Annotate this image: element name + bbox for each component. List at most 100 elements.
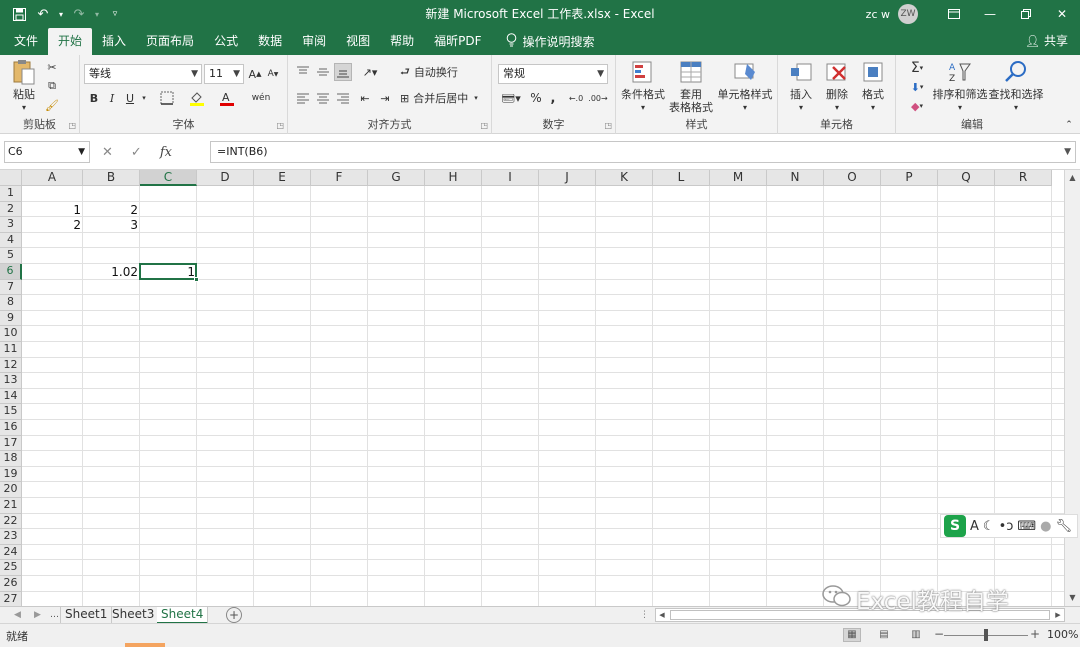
sheet-more-icon[interactable]: … [50,607,59,624]
column-header-q[interactable]: Q [938,170,995,186]
column-header-m[interactable]: M [710,170,767,186]
font-size-select[interactable]: 11 ▼ [204,64,244,84]
row-header-12[interactable]: 12 [0,357,22,374]
align-bottom-icon[interactable] [334,63,352,81]
cell-b6[interactable]: 1.02 [83,264,140,280]
row-header-6[interactable]: 6 [0,264,22,280]
grow-font-button[interactable]: A ▲ [248,65,262,83]
zoom-percent[interactable]: 100% [1047,628,1078,641]
cell-a2[interactable]: 1 [22,202,83,218]
tab-data[interactable]: 数据 [248,28,292,55]
share-button[interactable]: 👤︎ 共享 [1025,28,1068,55]
row-header-22[interactable]: 22 [0,513,22,530]
column-header-h[interactable]: H [425,170,482,186]
find-select-button[interactable]: 查找和选择 ▾ [988,59,1044,114]
align-right-icon[interactable] [334,89,352,107]
undo-icon[interactable]: ↶ [32,3,54,25]
number-launcher-icon[interactable]: ◳ [604,121,612,130]
row-header-4[interactable]: 4 [0,232,22,249]
alignment-launcher-icon[interactable]: ◳ [480,121,488,130]
zoom-out-icon[interactable]: − [934,627,944,641]
zoom-in-icon[interactable]: + [1030,627,1040,641]
sheet-tab-sheet3[interactable]: Sheet3 [108,607,160,624]
clipboard-launcher-icon[interactable]: ◳ [68,121,76,130]
paste-button[interactable]: 粘贴 ▾ [6,59,42,114]
column-header-a[interactable]: A [22,170,83,186]
fill-handle[interactable] [194,276,199,282]
user-icon[interactable]: ● [1040,519,1051,534]
phonetic-guide-icon[interactable]: wén [250,89,272,107]
collapse-ribbon-icon[interactable]: ⌃ [1062,119,1076,131]
add-sheet-icon[interactable]: + [226,607,242,623]
row-header-5[interactable]: 5 [0,248,22,264]
column-header-e[interactable]: E [254,170,311,186]
fill-color-icon[interactable] [186,89,208,107]
column-header-b[interactable]: B [83,170,140,186]
select-all-corner[interactable] [0,170,22,186]
scroll-up-icon[interactable]: ▲ [1065,170,1080,186]
row-header-14[interactable]: 14 [0,388,22,405]
align-top-icon[interactable] [294,63,312,81]
column-header-d[interactable]: D [197,170,254,186]
cut-icon[interactable]: ✂ [44,59,60,75]
column-header-r[interactable]: R [995,170,1052,186]
scroll-left-icon[interactable]: ◀ [656,609,668,621]
redo-icon[interactable]: ↷ [68,3,90,25]
sheet-next-icon[interactable]: ▶ [34,607,41,624]
orientation-icon[interactable]: ↗︎▾ [358,63,382,81]
cell-b3[interactable]: 3 [83,217,140,233]
column-header-n[interactable]: N [767,170,824,186]
row-header-20[interactable]: 20 [0,482,22,498]
row-header-23[interactable]: 23 [0,529,22,545]
tab-insert[interactable]: 插入 [92,28,136,55]
cell-a3[interactable]: 2 [22,217,83,233]
wrap-text-button[interactable]: ⮐ 自动换行 [400,63,486,81]
borders-icon[interactable] [156,89,178,107]
row-header-13[interactable]: 13 [0,373,22,389]
increase-indent-icon[interactable]: ⇥ [376,89,394,107]
merge-center-button[interactable]: ⊞ 合并后居中 ▾ [400,89,486,107]
punctuation-icon[interactable]: •ɔ [999,519,1014,534]
underline-dropdown-icon[interactable]: ▾ [140,89,148,107]
save-icon[interactable] [8,3,30,25]
sheet-tab-sheet4[interactable]: Sheet4 [157,607,209,624]
worksheet-grid[interactable]: A B C D E F G H I J K L M N O P Q R 1 2 3 4 5 6 7 8 9 10 11 12 13 14 15 1… [0,170,1064,606]
row-header-27[interactable]: 27 [0,591,22,606]
decrease-decimal-icon[interactable]: .00→ [588,89,608,107]
increase-decimal-icon[interactable]: ←.0 [566,89,586,107]
sort-filter-button[interactable]: AZ 排序和筛选 ▾ [932,59,988,114]
formula-input[interactable]: =INT(B6) ▼ [210,141,1076,163]
format-painter-icon[interactable]: 🖌︎ [44,97,60,113]
row-header-3[interactable]: 3 [0,217,22,233]
close-icon[interactable]: ✕ [1044,0,1080,28]
page-break-view-icon[interactable]: ▥ [907,628,925,642]
align-left-icon[interactable] [294,89,312,107]
tab-help[interactable]: 帮助 [380,28,424,55]
undo-dropdown-icon[interactable]: ▾ [56,3,66,25]
italic-button[interactable]: I [104,89,120,107]
format-cells-button[interactable]: 格式 ▾ [856,59,890,114]
zoom-slider-thumb[interactable] [984,629,988,641]
autosum-icon[interactable]: Σ ▾ [904,59,930,77]
enter-icon[interactable]: ✓ [131,145,142,160]
column-header-f[interactable]: F [311,170,368,186]
column-header-g[interactable]: G [368,170,425,186]
column-header-j[interactable]: J [539,170,596,186]
tab-split-handle[interactable]: ⋮ [640,607,649,624]
row-header-17[interactable]: 17 [0,435,22,452]
insert-cells-button[interactable]: 插入 ▾ [784,59,818,114]
comma-style-button[interactable]: , [546,89,560,107]
conditional-formatting-button[interactable]: 条件格式 ▾ [620,59,666,114]
align-middle-icon[interactable] [314,63,332,81]
tell-me-search[interactable]: 操作说明搜索 [492,28,595,55]
row-header-16[interactable]: 16 [0,420,22,436]
sheet-tab-sheet1[interactable]: Sheet1 [60,607,113,624]
row-header-11[interactable]: 11 [0,342,22,358]
decrease-indent-icon[interactable]: ⇤ [356,89,374,107]
row-header-2[interactable]: 2 [0,201,22,218]
moon-icon[interactable]: ☾ [983,519,995,534]
keyboard-icon[interactable]: ⌨ [1017,519,1036,534]
row-header-9[interactable]: 9 [0,310,22,327]
number-format-select[interactable]: 常规 ▼ [498,64,608,84]
row-header-15[interactable]: 15 [0,404,22,420]
